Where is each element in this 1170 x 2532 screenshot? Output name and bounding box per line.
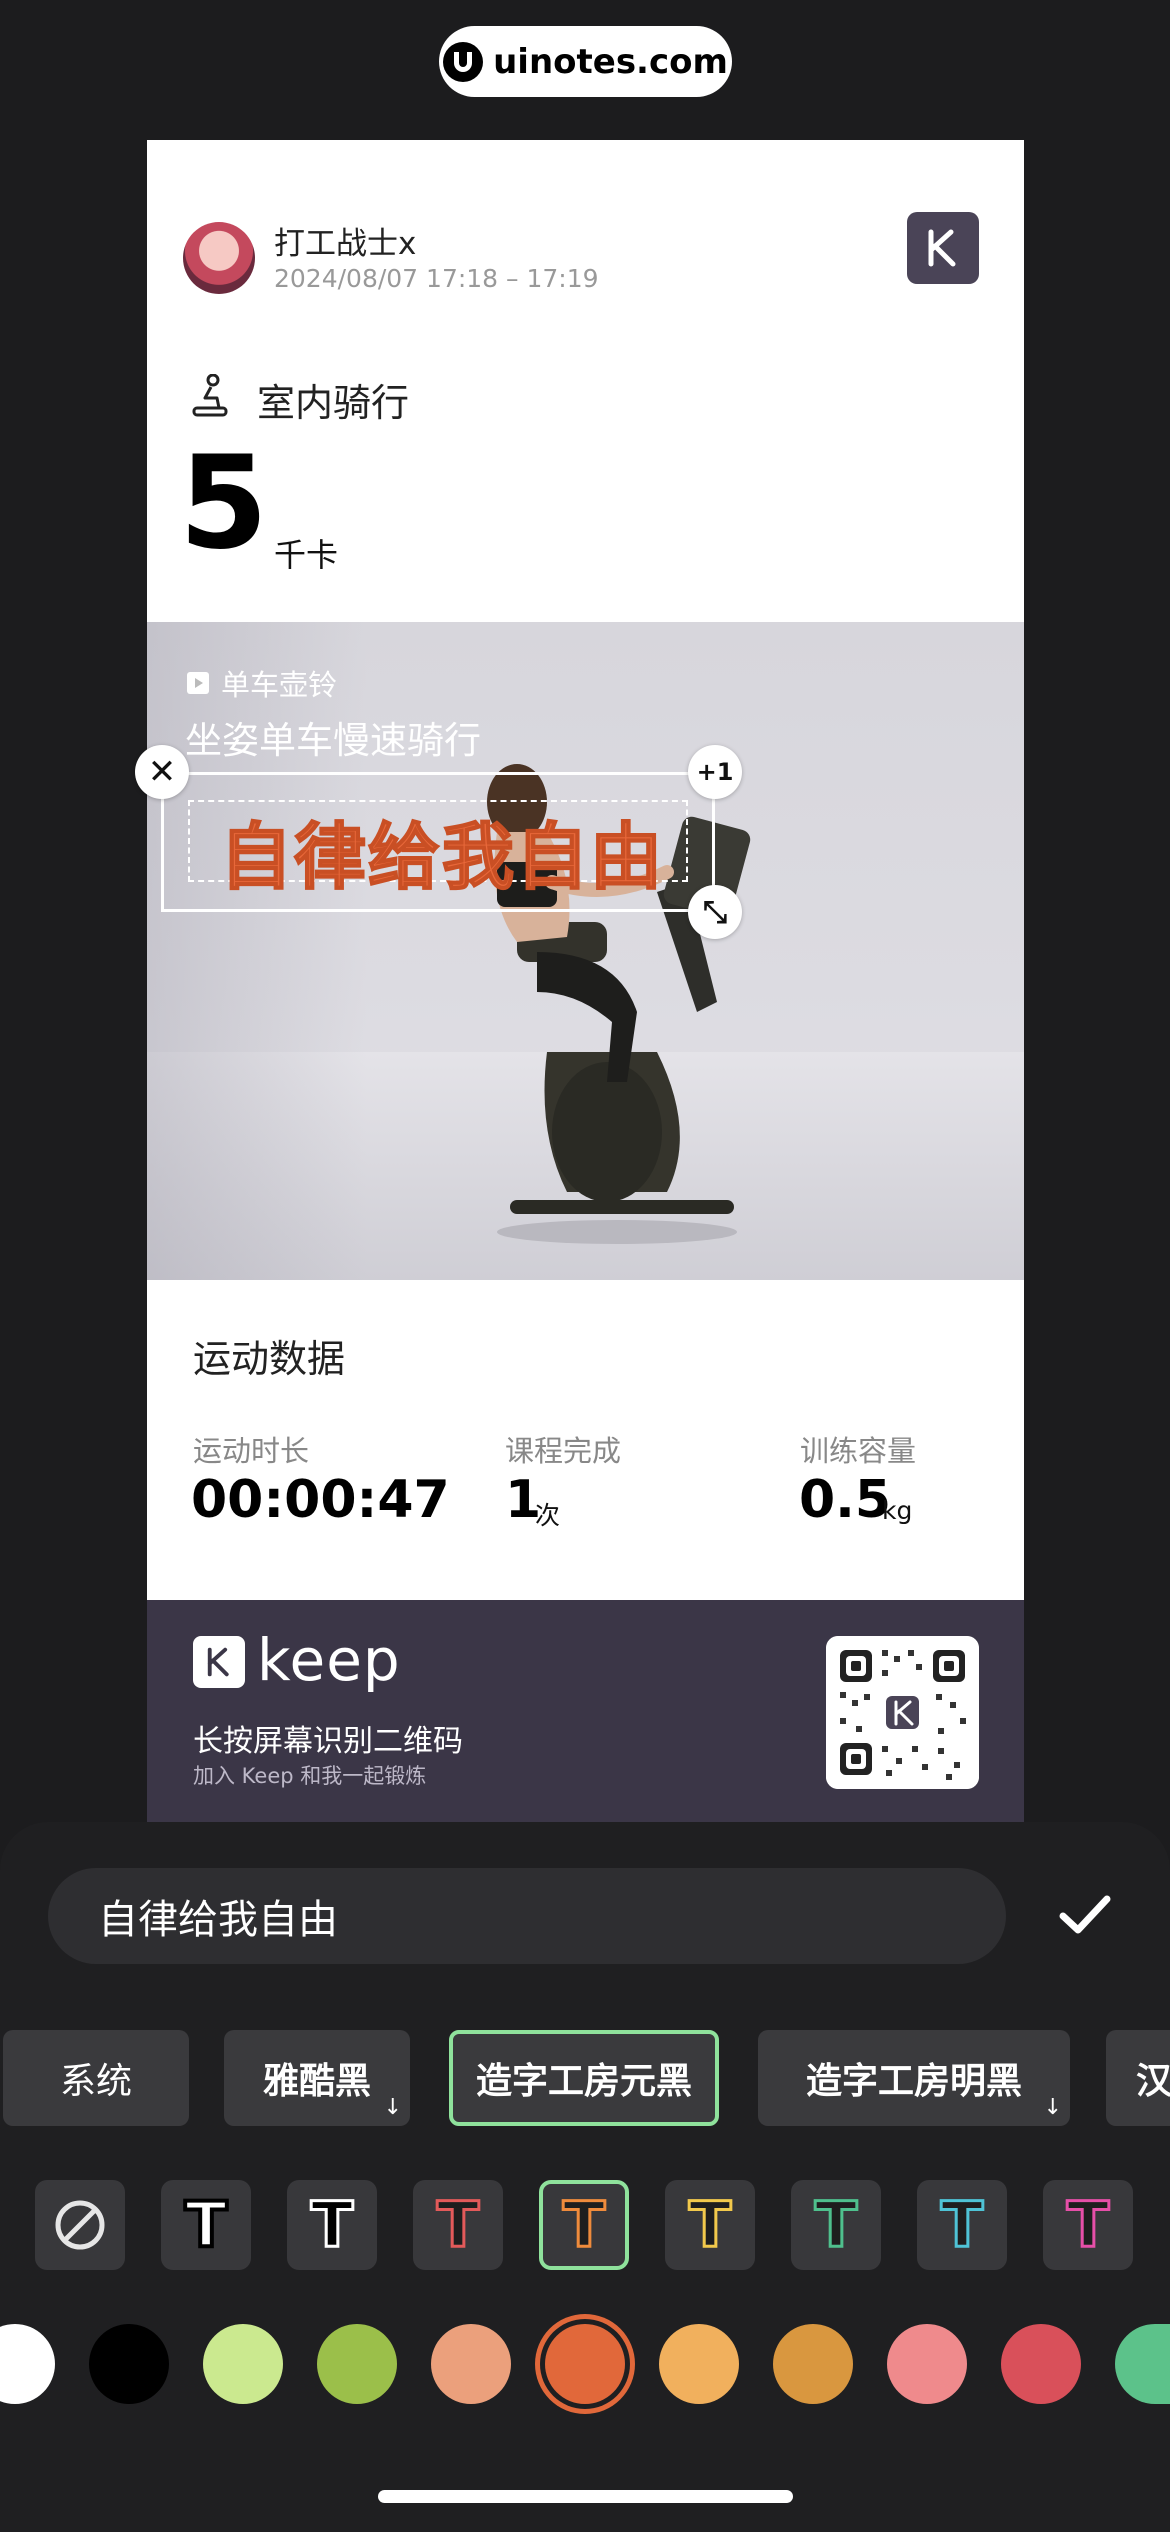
- font-option-zaozi-minghei[interactable]: 造字工房明黑 ↓: [758, 2030, 1070, 2126]
- sticker-resize-handle[interactable]: ⤡: [688, 885, 742, 939]
- avatar: [183, 222, 255, 294]
- confirm-button[interactable]: [1050, 1880, 1120, 1950]
- style-none-button[interactable]: [35, 2180, 125, 2270]
- volume-label: 训练容量: [800, 1434, 917, 1468]
- color-swatch-pink[interactable]: [887, 2324, 967, 2404]
- color-swatch-red[interactable]: [1001, 2324, 1081, 2404]
- duration-value: 00:00:47: [191, 1470, 450, 1530]
- scan-qr-text: 长按屏幕识别二维码: [193, 1724, 463, 1759]
- workout-time: 2024/08/07 17:18 – 17:19: [274, 264, 599, 293]
- font-option-label: 雅酷黑: [262, 2061, 371, 2102]
- no-style-icon: [55, 2200, 105, 2250]
- course-photo: 单车壶铃 坐姿单车慢速骑行: [147, 622, 1024, 1280]
- uinotes-logo-icon: [443, 41, 484, 82]
- volume-value: 0.5: [799, 1470, 892, 1530]
- color-swatch-olive[interactable]: [317, 2324, 397, 2404]
- keep-logo-icon: [907, 212, 979, 284]
- style-orange-button[interactable]: T: [539, 2180, 629, 2270]
- style-white-outline-button[interactable]: T: [161, 2180, 251, 2270]
- course-tag-label: 单车壶铃: [221, 668, 338, 702]
- calories-unit: 千卡: [274, 536, 339, 574]
- color-swatch-light-green[interactable]: [203, 2324, 283, 2404]
- color-swatch-black[interactable]: [89, 2324, 169, 2404]
- font-option-han[interactable]: 汉: [1106, 2030, 1170, 2126]
- courses-unit: 次: [535, 1501, 561, 1530]
- volume-unit: kg: [882, 1496, 913, 1525]
- download-icon: ↓: [1043, 2095, 1062, 2120]
- font-option-yakuhei[interactable]: 雅酷黑 ↓: [224, 2030, 410, 2126]
- calories-value: 5: [179, 429, 269, 578]
- qr-code: [826, 1636, 979, 1789]
- color-swatch-light-orange[interactable]: [659, 2324, 739, 2404]
- t-style-icon: T: [813, 2188, 858, 2261]
- color-swatch-peach[interactable]: [431, 2324, 511, 2404]
- watermark-text: uinotes.com: [493, 41, 728, 82]
- stats-title: 运动数据: [193, 1337, 346, 1381]
- t-style-icon: T: [561, 2188, 606, 2261]
- home-indicator[interactable]: [378, 2490, 793, 2503]
- course-tag: 单车壶铃: [187, 662, 337, 704]
- sticker-text[interactable]: 自律给我自由: [192, 798, 692, 903]
- uinotes-watermark: uinotes.com: [439, 26, 732, 97]
- sticker-delete-button[interactable]: ✕: [135, 745, 189, 799]
- duration-label: 运动时长: [193, 1434, 310, 1468]
- sport-name: 室内骑行: [257, 381, 410, 425]
- t-style-icon: T: [309, 2188, 354, 2261]
- checkmark-icon: [1059, 1895, 1111, 1934]
- cycling-icon: [192, 374, 228, 417]
- style-yellow-button[interactable]: T: [665, 2180, 755, 2270]
- color-swatch-orange-selected[interactable]: [545, 2324, 625, 2404]
- font-option-label: 造字工房明黑: [805, 2061, 1022, 2102]
- t-style-icon: T: [183, 2188, 229, 2261]
- font-option-label: 造字工房元黑: [475, 2061, 692, 2102]
- download-icon: ↓: [383, 2095, 402, 2120]
- font-option-label: 汉: [1136, 2061, 1170, 2102]
- sticker-duplicate-button[interactable]: +1: [688, 745, 742, 799]
- t-style-icon: T: [939, 2188, 984, 2261]
- user-name: 打工战士x: [274, 226, 417, 262]
- style-red-button[interactable]: T: [413, 2180, 503, 2270]
- font-option-system[interactable]: 系统: [3, 2030, 189, 2126]
- card-footer: keep 长按屏幕识别二维码 加入 Keep 和我一起锻炼: [147, 1600, 1024, 1822]
- share-card: 打工战士x 2024/08/07 17:18 – 17:19 室内骑行 5 千卡…: [147, 140, 1024, 1822]
- sticker-text-input[interactable]: [48, 1868, 1006, 1964]
- courses-label: 课程完成: [505, 1434, 622, 1468]
- t-style-icon: T: [435, 2188, 480, 2261]
- style-green-button[interactable]: T: [791, 2180, 881, 2270]
- keep-wordmark: keep: [257, 1626, 401, 1694]
- font-option-label: 系统: [59, 2061, 132, 2102]
- video-icon: [187, 672, 209, 694]
- t-style-icon: T: [687, 2188, 732, 2261]
- join-keep-text: 加入 Keep 和我一起锻炼: [193, 1764, 427, 1788]
- style-pink-button[interactable]: T: [1043, 2180, 1133, 2270]
- font-option-zaozi-yuanhei[interactable]: 造字工房元黑: [449, 2030, 719, 2126]
- color-swatch-amber[interactable]: [773, 2324, 853, 2404]
- style-black-fill-button[interactable]: T: [287, 2180, 377, 2270]
- style-cyan-button[interactable]: T: [917, 2180, 1007, 2270]
- t-style-icon: T: [1065, 2188, 1110, 2261]
- keep-mark-icon: [193, 1636, 245, 1688]
